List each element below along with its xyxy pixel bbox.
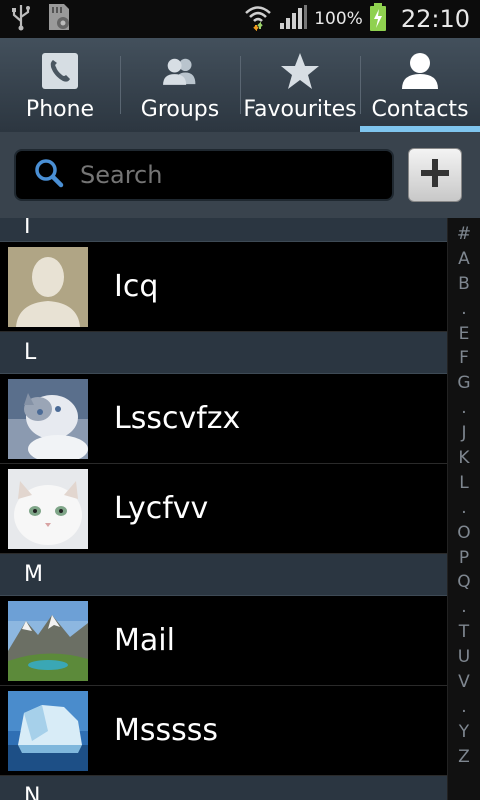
index-letter[interactable]: . (461, 396, 466, 421)
groups-icon (160, 51, 200, 91)
contact-row[interactable]: Lycfvv (0, 464, 447, 554)
index-letter[interactable]: V (458, 670, 470, 695)
section-header-n: N (0, 776, 447, 800)
tab-label-phone: Phone (25, 97, 95, 122)
battery-percent: 100% (314, 9, 363, 29)
star-icon (280, 51, 320, 91)
contact-icon (400, 51, 440, 91)
index-letter[interactable]: J (461, 421, 466, 446)
phone-icon (40, 51, 80, 91)
tab-groups[interactable]: Groups (120, 38, 240, 132)
contact-name: Lycfvv (114, 491, 209, 526)
contact-list[interactable]: I Icq L Lsscvfzx Lycfvv M Mail Msssss N (0, 218, 447, 800)
contact-row[interactable]: Icq (0, 242, 447, 332)
tab-contacts[interactable]: Contacts (360, 38, 480, 132)
index-letter[interactable]: F (459, 346, 469, 371)
index-letter[interactable]: . (461, 595, 466, 620)
battery-charging-icon (369, 2, 387, 36)
alphabet-index[interactable]: # A B . E F G . J K L . O P Q . T U V . … (447, 218, 480, 800)
contact-name: Icq (114, 269, 159, 304)
contact-row[interactable]: Msssss (0, 686, 447, 776)
index-letter[interactable]: B (458, 272, 470, 297)
contact-row[interactable]: Lsscvfzx (0, 374, 447, 464)
tab-label-groups: Groups (140, 97, 220, 122)
tab-bar: Phone Groups Favourites Contacts (0, 38, 480, 132)
contact-name: Lsscvfzx (114, 401, 241, 436)
wifi-icon (244, 3, 272, 35)
tab-phone[interactable]: Phone (0, 38, 120, 132)
add-contact-button[interactable] (408, 148, 462, 202)
index-letter[interactable]: O (457, 521, 470, 546)
contact-name: Msssss (114, 713, 219, 748)
iceberg-photo (8, 690, 88, 771)
mountain-photo (8, 600, 88, 681)
index-letter[interactable]: U (458, 645, 470, 670)
index-letter[interactable]: . (461, 297, 466, 322)
white-cat-photo (8, 468, 88, 549)
tab-label-favourites: Favourites (243, 97, 357, 122)
signal-icon (278, 3, 308, 35)
tab-favourites[interactable]: Favourites (240, 38, 360, 132)
index-letter[interactable]: P (459, 546, 469, 571)
section-header-l: L (0, 332, 447, 374)
cat-photo (8, 378, 88, 459)
tab-label-contacts: Contacts (371, 97, 469, 122)
search-bar (0, 132, 480, 218)
usb-icon (10, 3, 32, 35)
contact-name: Mail (114, 623, 175, 658)
index-letter[interactable]: G (457, 371, 470, 396)
index-letter[interactable]: Y (459, 720, 469, 745)
index-letter[interactable]: E (459, 322, 470, 347)
section-header-i: I (0, 218, 447, 242)
clock: 22:10 (400, 5, 470, 33)
index-letter[interactable]: . (461, 496, 466, 521)
index-letter[interactable]: T (459, 620, 469, 645)
plus-icon (419, 157, 451, 193)
index-letter[interactable]: # (457, 222, 471, 247)
contact-row[interactable]: Mail (0, 596, 447, 686)
status-bar: 100% 22:10 (0, 0, 480, 38)
index-letter[interactable]: Q (457, 570, 470, 595)
default-avatar (8, 246, 88, 327)
index-letter[interactable]: K (458, 446, 469, 471)
index-letter[interactable]: A (458, 247, 470, 272)
search-field[interactable] (14, 149, 394, 201)
sd-card-icon (46, 2, 72, 36)
index-letter[interactable]: . (461, 695, 466, 720)
index-letter[interactable]: L (459, 471, 468, 496)
index-letter[interactable]: Z (458, 745, 470, 770)
section-header-m: M (0, 554, 447, 596)
search-icon (34, 158, 64, 192)
search-input[interactable] (80, 161, 360, 189)
